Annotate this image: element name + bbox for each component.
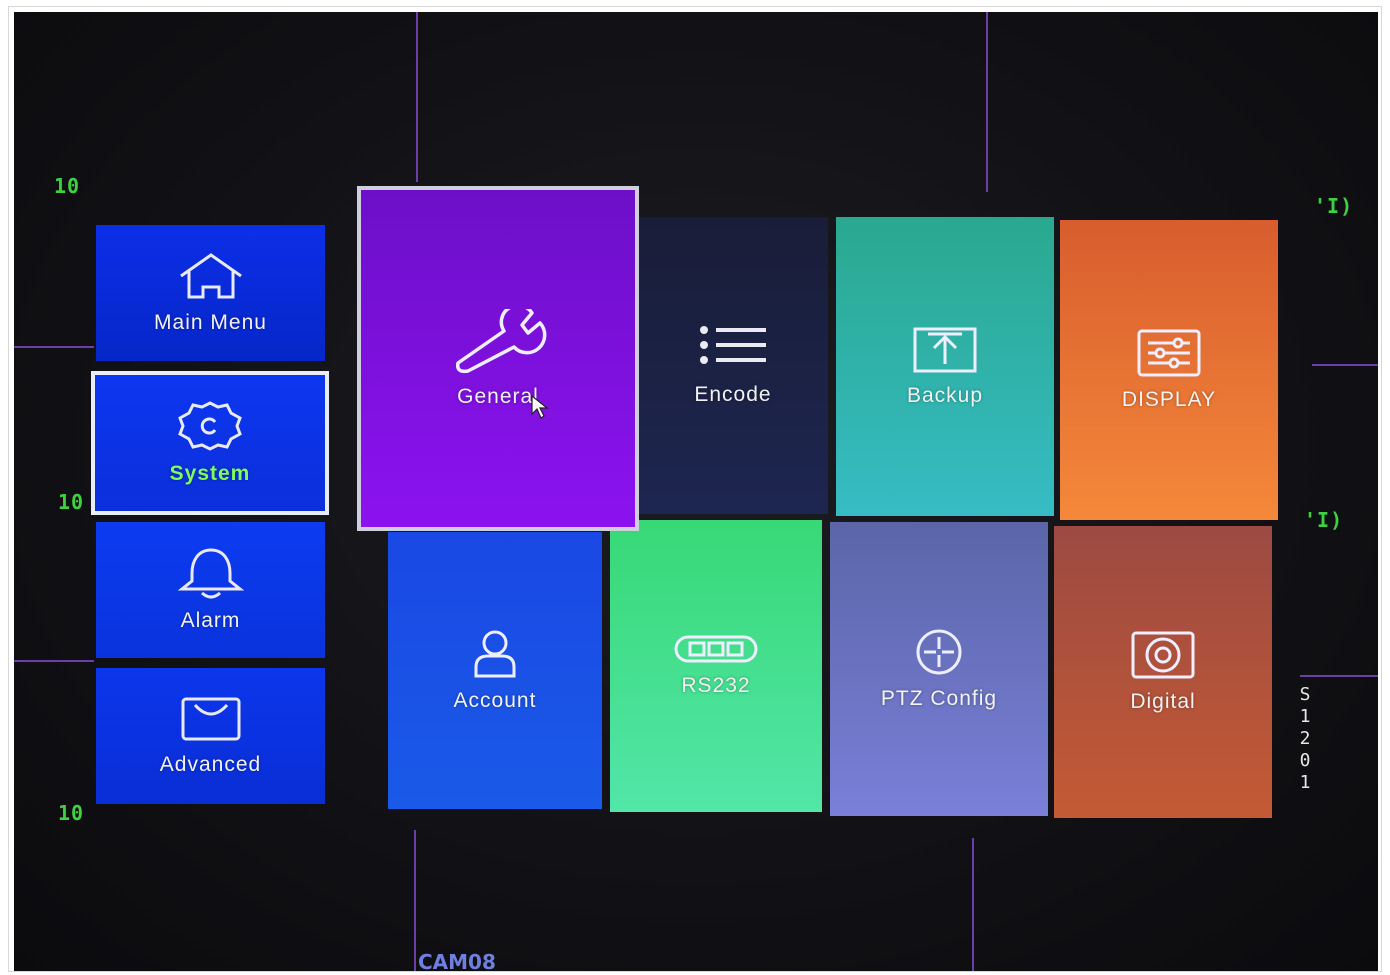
- osd-vertical-char: 1: [1299, 772, 1311, 793]
- tile-general[interactable]: General: [357, 186, 639, 531]
- grid-line: [1300, 675, 1378, 677]
- upload-icon: [912, 326, 978, 374]
- bell-icon: [177, 547, 244, 599]
- dvr-screen: 10 10 10 'I) 'I) S 1 2 0 1 CAM08 Main Me…: [14, 12, 1378, 972]
- disk-icon: [1130, 630, 1196, 680]
- tile-rs232[interactable]: RS232: [610, 520, 822, 812]
- sidebar-item-label: Main Menu: [154, 311, 267, 334]
- bag-icon: [179, 695, 243, 743]
- tile-label: RS232: [681, 674, 751, 697]
- wrench-icon: [448, 308, 548, 375]
- osd-vertical-char: S: [1299, 684, 1311, 705]
- list-icon: [698, 325, 768, 365]
- osd-vertical: S 1 2 0 1: [1298, 684, 1312, 794]
- grid-line: [416, 12, 418, 182]
- sidebar-item-label: Alarm: [180, 609, 241, 632]
- tile-display[interactable]: DISPLAY: [1060, 220, 1278, 520]
- tile-account[interactable]: Account: [388, 532, 602, 809]
- tile-label: PTZ Config: [880, 687, 998, 710]
- serial-port-icon: [673, 634, 759, 664]
- osd-right-mid: 'I): [1304, 508, 1344, 532]
- sidebar-item-alarm[interactable]: Alarm: [96, 522, 325, 658]
- grid-line: [1312, 364, 1378, 366]
- tile-label: Encode: [694, 382, 772, 406]
- tile-label: Backup: [906, 383, 984, 407]
- mouse-pointer-icon: [530, 394, 550, 424]
- sidebar-item-label: Advanced: [159, 753, 262, 776]
- user-icon: [470, 629, 520, 679]
- crosshair-icon: [906, 627, 972, 677]
- osd-right-top: 'I): [1314, 194, 1354, 218]
- sidebar-item-label: System: [169, 462, 251, 485]
- tile-encode[interactable]: Encode: [638, 217, 828, 514]
- sidebar-item-advanced[interactable]: Advanced: [96, 668, 325, 804]
- osd-top-left: 10: [54, 174, 81, 198]
- sliders-icon: [1136, 328, 1202, 378]
- tile-label: Account: [453, 688, 537, 712]
- grid-line: [414, 830, 416, 972]
- tile-label: General: [457, 384, 539, 408]
- tile-digital[interactable]: Digital: [1054, 526, 1272, 818]
- osd-vertical-char: 0: [1299, 750, 1311, 771]
- sidebar-item-main-menu[interactable]: Main Menu: [96, 225, 325, 361]
- home-icon: [177, 251, 245, 301]
- osd-bottom-left: 10: [58, 801, 85, 825]
- grid-line: [986, 12, 988, 192]
- tile-backup[interactable]: Backup: [836, 217, 1054, 516]
- sidebar-item-system[interactable]: System: [91, 371, 329, 515]
- grid-line: [972, 838, 974, 972]
- tile-ptz-config[interactable]: PTZ Config: [830, 522, 1048, 816]
- osd-vertical-char: 1: [1299, 706, 1311, 727]
- camera-label: CAM08: [418, 950, 496, 972]
- osd-vertical-char: 2: [1299, 728, 1311, 749]
- tile-label: DISPLAY: [1121, 388, 1217, 411]
- tile-label: Digital: [1130, 690, 1196, 713]
- osd-mid-left: 10: [58, 490, 85, 514]
- grid-line: [14, 660, 94, 662]
- gear-icon: [175, 400, 245, 452]
- grid-line: [14, 346, 94, 348]
